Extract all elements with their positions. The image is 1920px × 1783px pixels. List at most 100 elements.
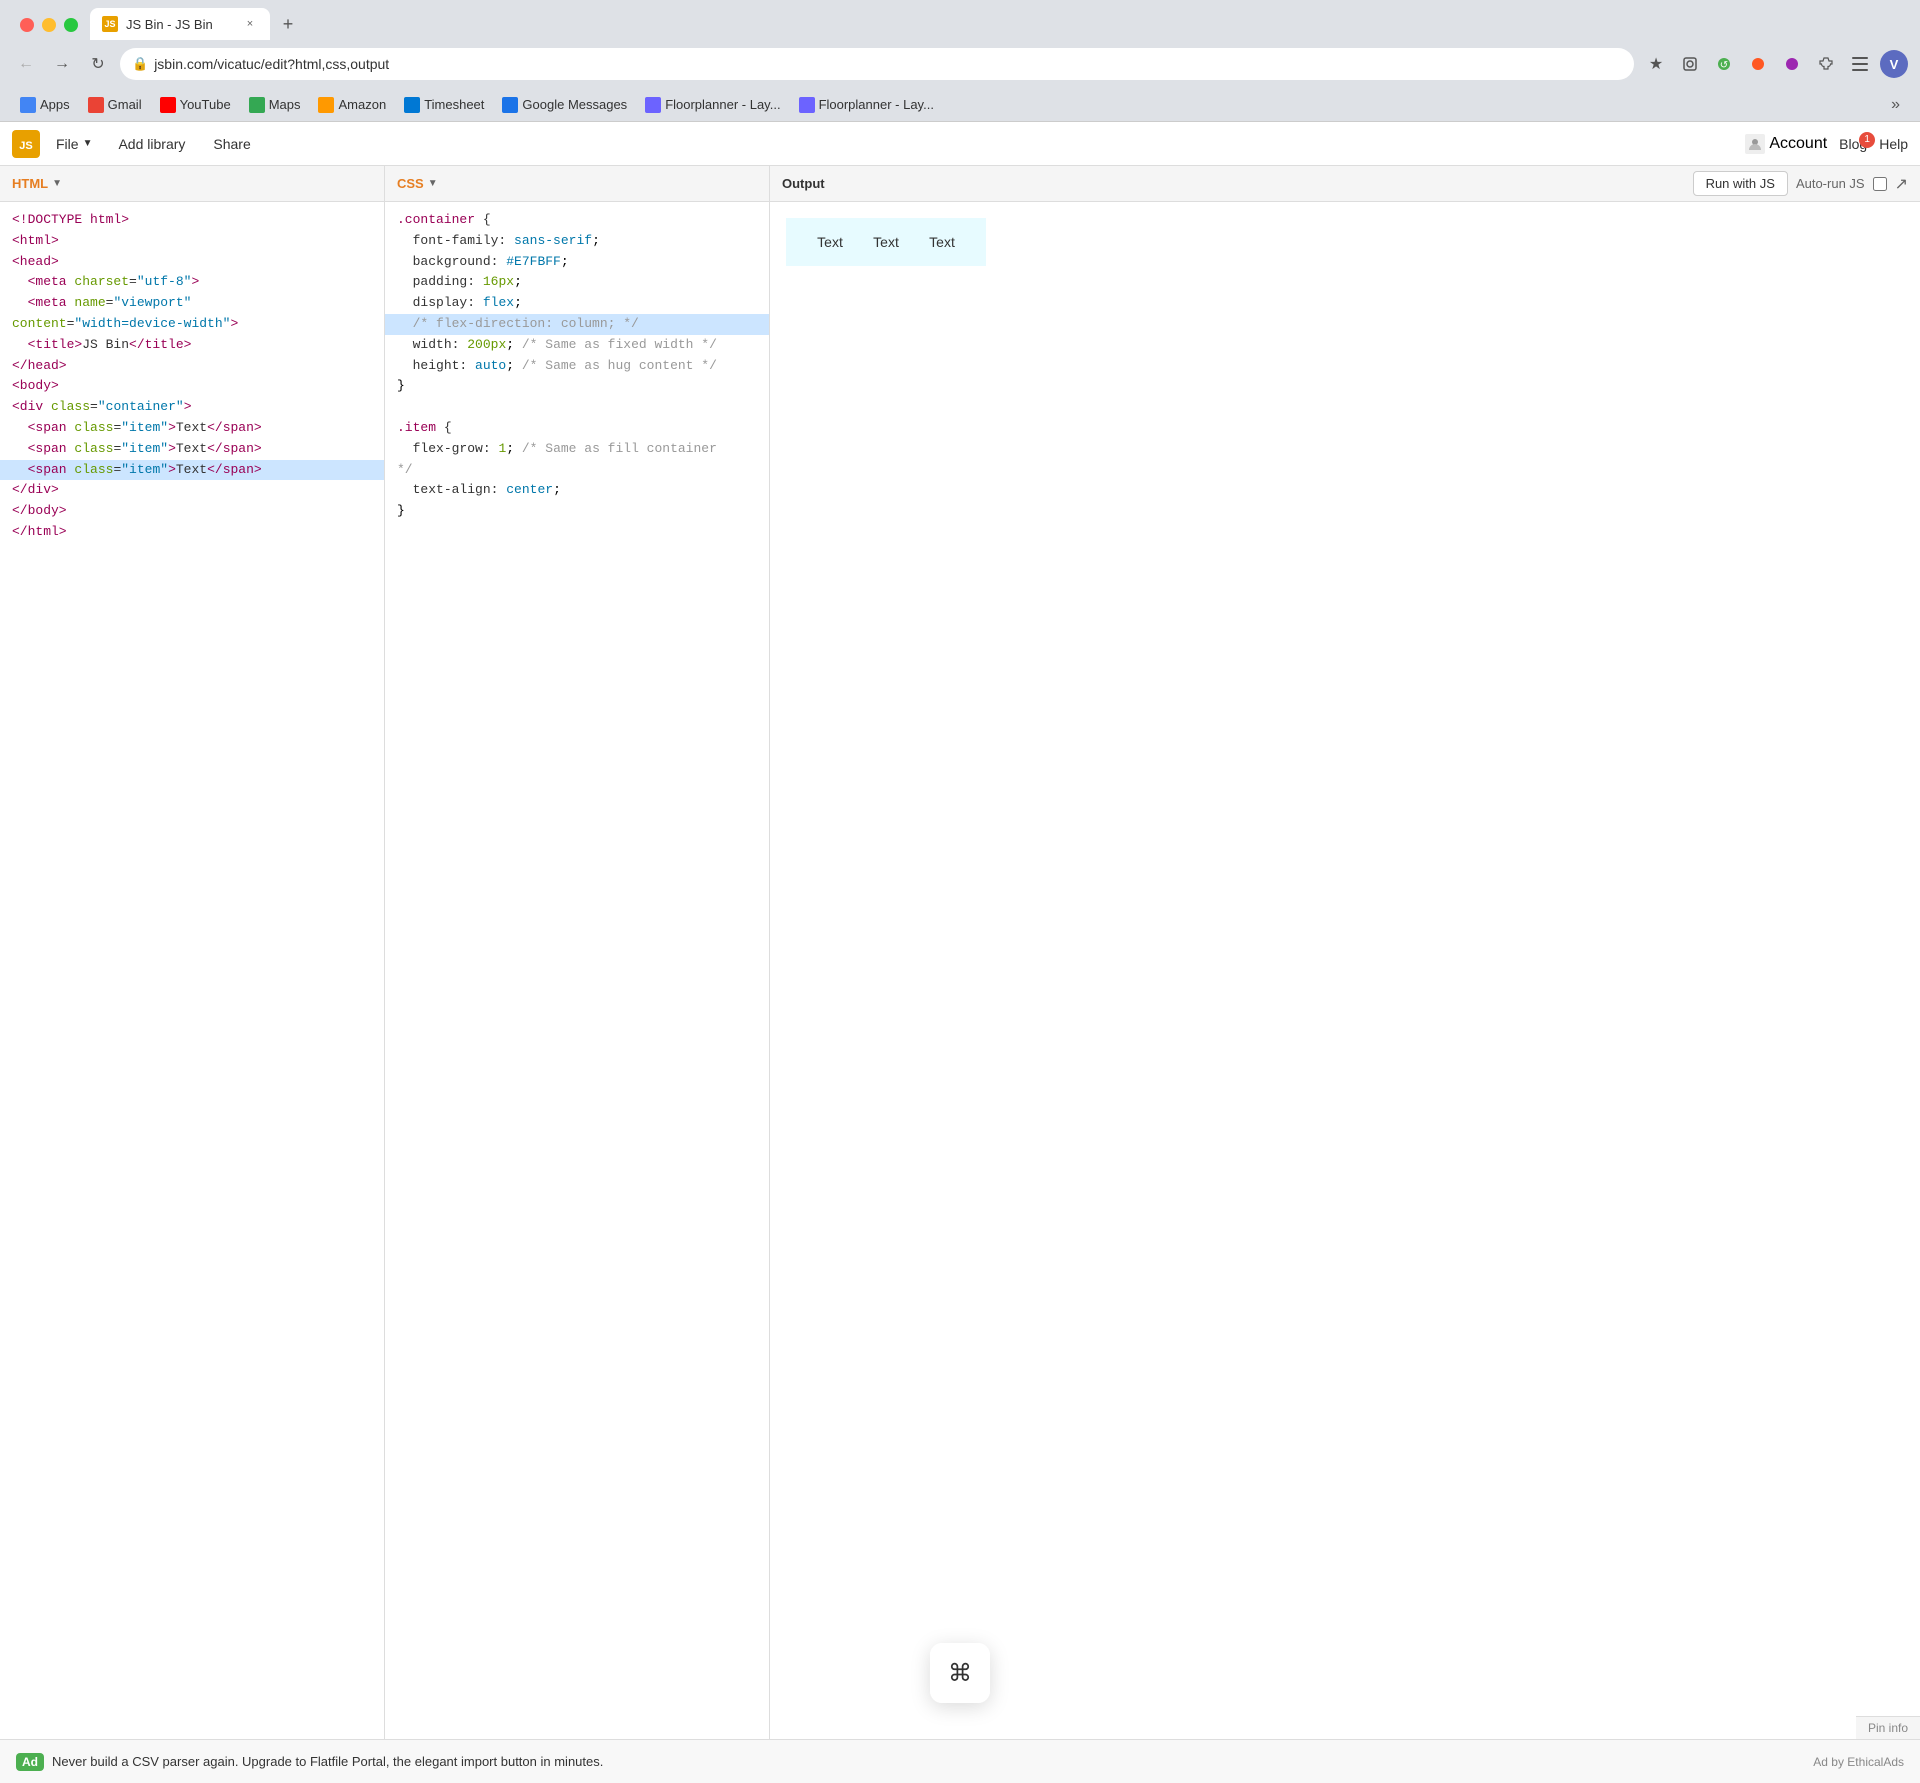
chrome-menu-button[interactable] xyxy=(1846,50,1874,78)
run-with-js-button[interactable]: Run with JS xyxy=(1693,171,1788,196)
browser-chrome: JS JS Bin - JS Bin × + ← → ↻ 🔒 jsbin.com… xyxy=(0,0,1920,122)
tab-title: JS Bin - JS Bin xyxy=(126,17,234,32)
output-panel-label: Output xyxy=(782,176,825,191)
file-menu-button[interactable]: File ▼ xyxy=(48,132,100,156)
code-line xyxy=(385,397,769,418)
bookmark-timesheet[interactable]: Timesheet xyxy=(396,93,492,117)
extension-button-3[interactable] xyxy=(1778,50,1806,78)
forward-button[interactable]: → xyxy=(48,50,76,78)
bookmark-star-button[interactable]: ★ xyxy=(1642,50,1670,78)
html-panel-label: HTML xyxy=(12,176,48,191)
floorplanner1-favicon xyxy=(645,97,661,113)
code-line: <body> xyxy=(0,376,384,397)
bookmarks-more-button[interactable]: » xyxy=(1883,92,1908,118)
code-line: <html> xyxy=(0,231,384,252)
css-code-editor[interactable]: .container { font-family: sans-serif; ba… xyxy=(385,202,769,1783)
address-bar: ← → ↻ 🔒 jsbin.com/vicatuc/edit?html,css,… xyxy=(0,40,1920,88)
gmessages-favicon xyxy=(502,97,518,113)
code-line-highlighted: /* flex-direction: column; */ xyxy=(385,314,769,335)
bookmark-maps[interactable]: Maps xyxy=(241,93,309,117)
youtube-favicon xyxy=(160,97,176,113)
gmessages-label: Google Messages xyxy=(522,97,627,112)
bookmark-amazon[interactable]: Amazon xyxy=(310,93,394,117)
close-traffic-light[interactable] xyxy=(20,18,34,32)
bookmarks-bar: Apps Gmail YouTube Maps Amazon Timesheet… xyxy=(0,88,1920,122)
autorun-checkbox[interactable] xyxy=(1873,177,1887,191)
extensions-button[interactable] xyxy=(1812,50,1840,78)
maximize-traffic-light[interactable] xyxy=(64,18,78,32)
active-tab[interactable]: JS JS Bin - JS Bin × xyxy=(90,8,270,40)
refresh-button[interactable]: ↻ xyxy=(84,50,112,78)
code-line: <span class="item">Text</span> xyxy=(0,439,384,460)
file-label: File xyxy=(56,136,79,152)
code-line: text-align: center; xyxy=(385,480,769,501)
amazon-favicon xyxy=(318,97,334,113)
output-text-3: Text xyxy=(914,234,970,250)
add-library-button[interactable]: Add library xyxy=(108,132,195,156)
code-line: flex-grow: 1; /* Same as fill container xyxy=(385,439,769,460)
output-text-1: Text xyxy=(802,234,858,250)
bookmark-gmessages[interactable]: Google Messages xyxy=(494,93,635,117)
reader-mode-button[interactable] xyxy=(1676,50,1704,78)
address-bar-input[interactable]: 🔒 jsbin.com/vicatuc/edit?html,css,output xyxy=(120,48,1634,80)
code-line: </html> xyxy=(0,522,384,543)
code-line: display: flex; xyxy=(385,293,769,314)
blog-button[interactable]: Blog 1 xyxy=(1839,136,1867,152)
profile-avatar[interactable]: V xyxy=(1880,50,1908,78)
code-line: <head> xyxy=(0,252,384,273)
file-dropdown-icon: ▼ xyxy=(83,138,93,149)
bookmark-youtube[interactable]: YouTube xyxy=(152,93,239,117)
bookmark-apps[interactable]: Apps xyxy=(12,93,78,117)
code-line: .item { xyxy=(385,418,769,439)
code-line: </div> xyxy=(0,480,384,501)
html-panel: HTML ▼ <!DOCTYPE html> <html> <head> <me… xyxy=(0,166,385,1783)
youtube-label: YouTube xyxy=(180,97,231,112)
apps-label: Apps xyxy=(40,97,70,112)
output-toolbar: Run with JS Auto-run JS ↗ xyxy=(1693,171,1908,196)
html-panel-header: HTML ▼ xyxy=(0,166,384,202)
bookmark-gmail[interactable]: Gmail xyxy=(80,93,150,117)
new-tab-button[interactable]: + xyxy=(274,10,302,38)
css-panel: CSS ▼ .container { font-family: sans-ser… xyxy=(385,166,770,1783)
toolbar-right: Account Blog 1 Help xyxy=(1745,134,1908,154)
back-button[interactable]: ← xyxy=(12,50,40,78)
maps-favicon xyxy=(249,97,265,113)
css-dropdown-icon[interactable]: ▼ xyxy=(428,178,438,189)
tab-close-button[interactable]: × xyxy=(242,16,258,32)
help-button[interactable]: Help xyxy=(1879,136,1908,152)
code-line-highlighted: <span class="item">Text</span> xyxy=(0,460,384,481)
output-content: Text Text Text xyxy=(770,202,1920,1783)
code-line: </head> xyxy=(0,356,384,377)
code-line: } xyxy=(385,501,769,522)
account-section[interactable]: Account xyxy=(1745,134,1827,154)
html-dropdown-icon[interactable]: ▼ xyxy=(52,178,62,189)
floorplanner2-label: Floorplanner - Lay... xyxy=(819,97,934,112)
apps-favicon xyxy=(20,97,36,113)
jsbin-logo: JS xyxy=(12,130,40,158)
code-line: content="width=device-width"> xyxy=(0,314,384,335)
editor-main: HTML ▼ <!DOCTYPE html> <html> <head> <me… xyxy=(0,166,1920,1783)
timesheet-label: Timesheet xyxy=(424,97,484,112)
extension-button-2[interactable] xyxy=(1744,50,1772,78)
output-panel: Output Run with JS Auto-run JS ↗ Text Te… xyxy=(770,166,1920,1783)
bookmark-floorplanner-1[interactable]: Floorplanner - Lay... xyxy=(637,93,788,117)
timesheet-favicon xyxy=(404,97,420,113)
code-line: <div class="container"> xyxy=(0,397,384,418)
gmail-label: Gmail xyxy=(108,97,142,112)
code-line: font-family: sans-serif; xyxy=(385,231,769,252)
expand-output-button[interactable]: ↗ xyxy=(1895,174,1908,194)
share-button[interactable]: Share xyxy=(203,132,260,156)
css-panel-header: CSS ▼ xyxy=(385,166,769,202)
jsbin-app: JS File ▼ Add library Share Account Blog xyxy=(0,122,1920,1783)
code-line: <meta charset="utf-8"> xyxy=(0,272,384,293)
extension-button-1[interactable]: ↺ xyxy=(1710,50,1738,78)
minimize-traffic-light[interactable] xyxy=(42,18,56,32)
ad-text: Never build a CSV parser again. Upgrade … xyxy=(52,1754,1805,1769)
ad-badge: Ad xyxy=(16,1753,44,1771)
html-code-editor[interactable]: <!DOCTYPE html> <html> <head> <meta char… xyxy=(0,202,384,1783)
lock-icon: 🔒 xyxy=(132,56,148,72)
tab-bar: JS JS Bin - JS Bin × + xyxy=(90,0,1920,40)
output-rendered-container: Text Text Text xyxy=(786,218,986,266)
traffic-lights xyxy=(8,10,90,40)
bookmark-floorplanner-2[interactable]: Floorplanner - Lay... xyxy=(791,93,942,117)
